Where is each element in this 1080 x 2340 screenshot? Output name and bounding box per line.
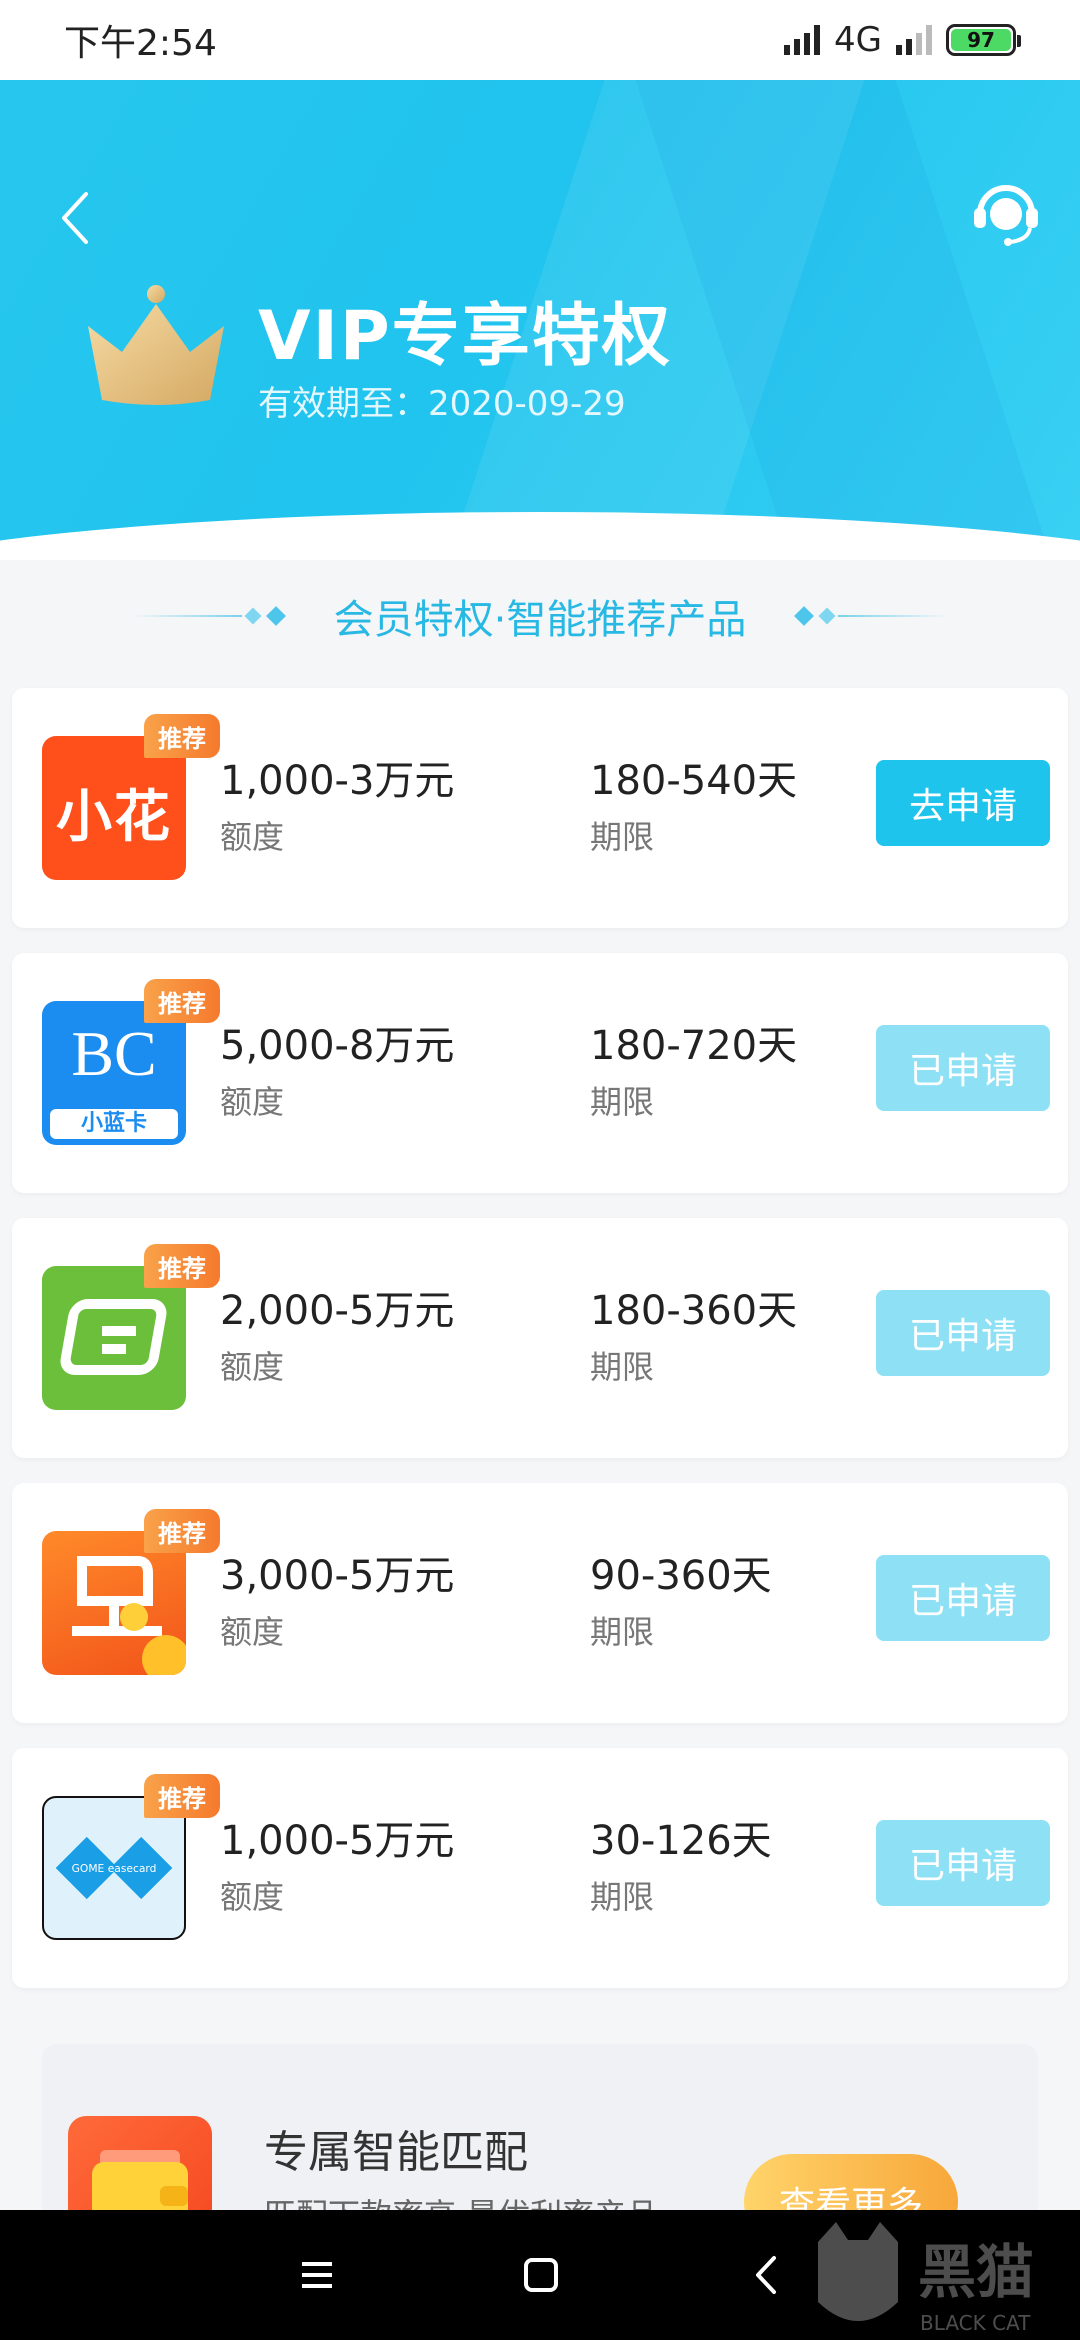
amount-label: 额度	[220, 1878, 285, 1916]
term-label: 期限	[590, 818, 655, 856]
svg-text:黑猫: 黑猫	[918, 2238, 1034, 2306]
svg-text:GOME easecard: GOME easecard	[72, 1862, 157, 1875]
product-card[interactable]: 推荐 2,000-5万元 额度 180-360天 期限 已申请	[12, 1218, 1068, 1458]
recommend-badge: 推荐	[144, 1774, 220, 1818]
term-value: 30-126天	[590, 1818, 772, 1864]
applied-button[interactable]: 已申请	[876, 1555, 1050, 1641]
section-title: 会员特权·智能推荐产品	[333, 597, 747, 643]
heading-decoration-left	[131, 606, 288, 626]
signal-icon	[896, 25, 932, 55]
home-icon[interactable]	[514, 2248, 568, 2302]
svg-text:BLACK CAT: BLACK CAT	[920, 2311, 1031, 2335]
term-label: 期限	[590, 1613, 655, 1651]
amount-label: 额度	[220, 1348, 285, 1386]
customer-service-icon[interactable]	[970, 176, 1042, 248]
battery-level: 97	[951, 28, 1011, 52]
recommend-badge: 推荐	[144, 1244, 220, 1288]
product-card[interactable]: BC 小蓝卡 推荐 5,000-8万元 额度 180-720天 期限 已申请	[12, 953, 1068, 1193]
applied-button[interactable]: 已申请	[876, 1820, 1050, 1906]
vip-header: VIP专享特权 有效期至：2020-09-29	[0, 80, 1080, 560]
menu-icon[interactable]	[290, 2248, 344, 2302]
applied-button[interactable]: 已申请	[876, 1290, 1050, 1376]
amount-label: 额度	[220, 1613, 285, 1651]
term-label: 期限	[590, 1348, 655, 1386]
term-label: 期限	[590, 1878, 655, 1916]
status-time: 下午2:54	[64, 23, 217, 64]
term-value: 180-720天	[590, 1023, 798, 1069]
amount-value: 5,000-8万元	[220, 1023, 455, 1069]
amount-value: 1,000-5万元	[220, 1818, 455, 1864]
back-icon[interactable]	[56, 188, 96, 248]
term-value: 180-360天	[590, 1288, 798, 1334]
heading-decoration-right	[792, 606, 949, 626]
recommend-badge: 推荐	[144, 979, 220, 1023]
status-icons: 4G 97	[784, 20, 1021, 60]
section-heading: 会员特权·智能推荐产品	[0, 584, 1080, 648]
crown-icon	[88, 285, 224, 405]
vip-title: VIP专享特权	[258, 297, 672, 376]
applied-button[interactable]: 已申请	[876, 1025, 1050, 1111]
amount-value: 2,000-5万元	[220, 1288, 455, 1334]
status-bar: 下午2:54 4G 97	[0, 0, 1080, 80]
amount-value: 1,000-3万元	[220, 758, 455, 804]
product-card[interactable]: 小花 推荐 1,000-3万元 额度 180-540天 期限 去申请	[12, 688, 1068, 928]
battery-icon: 97	[946, 24, 1021, 56]
recommend-badge: 推荐	[144, 1509, 220, 1553]
apply-button[interactable]: 去申请	[876, 760, 1050, 846]
black-cat-watermark: 黑猫 BLACK CAT	[808, 2222, 1080, 2340]
amount-label: 额度	[220, 1083, 285, 1121]
match-title: 专属智能匹配	[264, 2127, 528, 2178]
recommend-badge: 推荐	[144, 714, 220, 758]
term-label: 期限	[590, 1083, 655, 1121]
hd-signal-icon	[784, 25, 821, 55]
amount-value: 3,000-5万元	[220, 1553, 455, 1599]
product-card[interactable]: 推荐 3,000-5万元 额度 90-360天 期限 已申请	[12, 1483, 1068, 1723]
term-value: 180-540天	[590, 758, 798, 804]
nav-back-icon[interactable]	[740, 2248, 794, 2302]
network-type: 4G	[834, 20, 882, 60]
product-card[interactable]: GOME easecard 推荐 1,000-5万元 额度 30-126天 期限…	[12, 1748, 1068, 1988]
amount-label: 额度	[220, 818, 285, 856]
term-value: 90-360天	[590, 1553, 772, 1599]
vip-expiry: 有效期至：2020-09-29	[258, 384, 626, 424]
